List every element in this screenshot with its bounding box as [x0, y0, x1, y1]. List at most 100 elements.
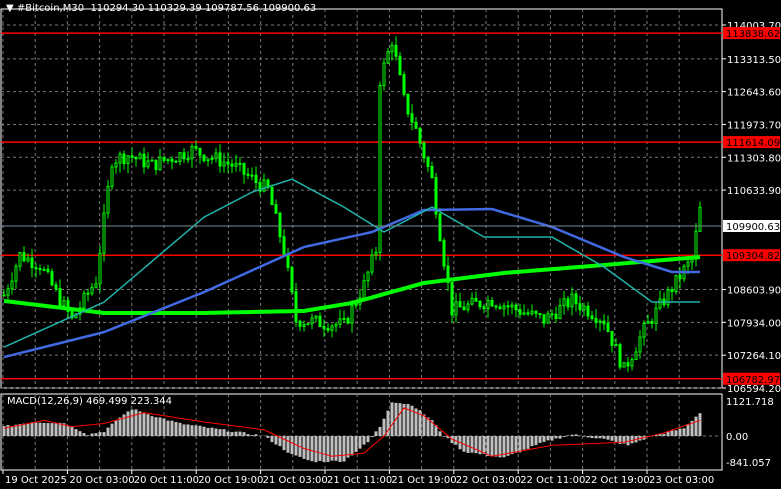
candle-body — [458, 301, 462, 308]
macd-histogram-bar — [38, 422, 42, 436]
price-chart[interactable]: 114003.70113313.50112643.60111973.701113… — [0, 0, 781, 489]
macd-histogram-bar — [354, 436, 358, 452]
candle-body — [146, 160, 150, 168]
candle-body — [622, 362, 626, 368]
candle-body — [390, 44, 394, 53]
candle-body — [198, 147, 202, 156]
price-level-label: 111614.09 — [726, 138, 780, 149]
candle-body — [186, 158, 190, 161]
macd-histogram-bar — [166, 420, 170, 436]
macd-histogram-bar — [82, 433, 86, 436]
macd-histogram-bar — [586, 436, 590, 438]
candle-body — [558, 305, 562, 319]
candle-body — [222, 161, 226, 167]
candle-body — [278, 212, 282, 238]
candle-body — [18, 252, 22, 267]
macd-histogram-bar — [74, 429, 78, 436]
candle-body — [650, 321, 654, 324]
candle-body — [698, 206, 702, 232]
candle-body — [30, 257, 34, 269]
macd-histogram-bar — [466, 436, 470, 453]
candle-body — [602, 320, 606, 325]
macd-histogram-bar — [362, 436, 366, 445]
macd-histogram-bar — [546, 436, 550, 441]
symbol-label: #Bitcoin,M30 — [16, 3, 85, 14]
candle-body — [38, 268, 42, 271]
macd-histogram-bar — [522, 436, 526, 450]
collapse-triangle-icon[interactable]: ▼ — [6, 3, 17, 14]
macd-histogram-bar — [70, 426, 74, 436]
macd-label: MACD(12,26,9) 469.499 223.344 — [7, 396, 173, 407]
candle-body — [502, 305, 506, 310]
macd-histogram-bar — [562, 436, 566, 437]
macd-histogram-bar — [682, 428, 686, 436]
candle-body — [470, 297, 474, 305]
candle-body — [366, 271, 370, 282]
macd-histogram-bar — [186, 424, 190, 436]
macd-histogram-bar — [358, 436, 362, 449]
candle-body — [386, 51, 390, 64]
candle-body — [542, 314, 546, 324]
candle-body — [126, 155, 130, 165]
macd-histogram-bar — [698, 413, 702, 436]
macd-histogram-bar — [374, 431, 378, 436]
macd-histogram-bar — [126, 411, 130, 436]
macd-histogram-bar — [10, 426, 14, 436]
candle-body — [218, 152, 222, 167]
macd-histogram-bar — [338, 436, 342, 462]
macd-histogram-bar — [566, 435, 570, 436]
candle-body — [402, 74, 406, 95]
macd-histogram-bar — [526, 436, 530, 449]
candle-body — [210, 157, 214, 160]
macd-histogram-bar — [350, 436, 354, 456]
candle-body — [442, 240, 446, 267]
candle-body — [342, 317, 346, 320]
candle-body — [14, 265, 18, 282]
candle-body — [114, 162, 118, 168]
candle-body — [482, 306, 486, 309]
candle-body — [286, 253, 290, 268]
candle-body — [610, 330, 614, 346]
macd-histogram-bar — [326, 436, 330, 462]
candle-body — [298, 320, 302, 327]
candle-body — [646, 321, 650, 324]
macd-histogram-bar — [210, 427, 214, 436]
candle-body — [206, 158, 210, 162]
macd-histogram-bar — [510, 436, 514, 455]
candle-body — [494, 305, 498, 308]
ohlc-readout: 110294.30 110329.39 109787.56 109900.63 — [90, 3, 317, 14]
y-tick-label: 111303.80 — [727, 153, 781, 164]
candle-body — [330, 325, 334, 331]
macd-histogram-bar — [314, 436, 318, 463]
candle-body — [194, 146, 198, 149]
macd-histogram-bar — [254, 434, 258, 436]
macd-histogram-bar — [606, 436, 610, 440]
macd-histogram-bar — [118, 417, 122, 436]
candle-body — [590, 315, 594, 319]
candle-body — [422, 142, 426, 159]
macd-histogram-bar — [142, 413, 146, 436]
macd-histogram-bar — [274, 436, 278, 445]
candle-body — [214, 152, 218, 159]
macd-histogram-bar — [154, 417, 158, 436]
candle-body — [694, 230, 698, 260]
x-tick-label: 20 Oct 03:00 — [69, 475, 134, 486]
moving-average-line — [3, 207, 700, 359]
candle-body — [546, 313, 550, 324]
macd-histogram-bar — [378, 426, 382, 436]
x-tick-label: 22 Oct 03:00 — [456, 475, 521, 486]
candle-body — [290, 266, 294, 293]
macd-histogram-bar — [174, 421, 178, 436]
macd-histogram-bar — [290, 436, 294, 455]
x-tick-label: 22 Oct 19:00 — [585, 475, 650, 486]
macd-histogram-bar — [558, 436, 562, 439]
candle-body — [642, 322, 646, 338]
candle-body — [26, 257, 30, 262]
candle-body — [686, 261, 690, 267]
candle-body — [310, 317, 314, 325]
candle-body — [490, 299, 494, 307]
macd-histogram-bar — [218, 429, 222, 436]
candle-body — [2, 294, 6, 297]
macd-histogram-bar — [130, 409, 134, 436]
candle-body — [674, 274, 678, 293]
